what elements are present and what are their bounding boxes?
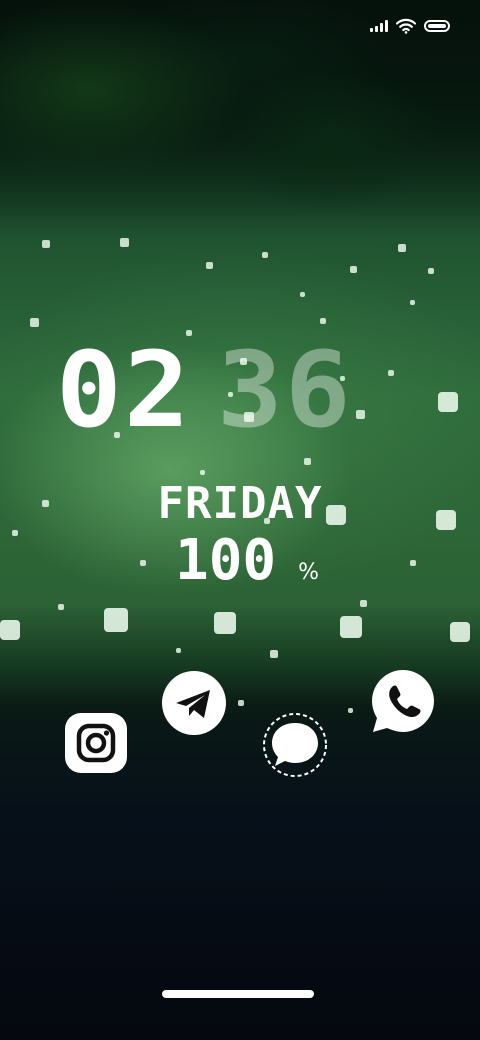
battery-icon (424, 20, 450, 32)
snow-flake (270, 650, 278, 658)
snow-flake (120, 238, 129, 247)
snow-flake (350, 266, 357, 273)
snow-flake (176, 648, 181, 653)
battery-readout: 100 % (175, 528, 319, 593)
snow-flake (104, 608, 128, 632)
clock: 02 36 (56, 329, 351, 451)
battery-unit: % (298, 560, 320, 585)
snow-flake (320, 318, 326, 324)
snow-flake (0, 620, 20, 640)
snow-flake (140, 560, 146, 566)
message-bubble-icon[interactable] (262, 712, 328, 778)
snow-flake (348, 708, 353, 713)
snow-flake (428, 268, 434, 274)
battery-level: 100 (175, 528, 277, 593)
clock-minutes: 36 (217, 329, 353, 451)
telegram-icon[interactable] (161, 670, 227, 736)
snow-flake (356, 410, 365, 419)
snow-flake (42, 240, 50, 248)
clock-hours: 02 (56, 329, 192, 451)
snow-flake (398, 244, 406, 252)
home-indicator[interactable] (162, 990, 314, 998)
instagram-icon[interactable] (64, 712, 128, 774)
snow-flake (304, 458, 311, 465)
snow-flake (300, 292, 305, 297)
signal-bars-icon (370, 20, 388, 32)
snow-flake (410, 300, 415, 305)
snow-flake (388, 370, 394, 376)
snow-flake (200, 470, 205, 475)
snow-flake (450, 622, 470, 642)
snow-flake (340, 616, 362, 638)
snow-flake (410, 560, 416, 566)
snow-flake (238, 700, 244, 706)
snow-flake (30, 318, 39, 327)
wallpaper-foliage (0, 0, 480, 240)
snow-flake (262, 252, 268, 258)
snow-flake (214, 612, 236, 634)
weekday-label: FRIDAY (157, 478, 323, 529)
snow-flake (58, 604, 64, 610)
snow-flake (12, 530, 18, 536)
snow-flake (438, 392, 458, 412)
snow-flake (206, 262, 213, 269)
wifi-icon (396, 18, 416, 34)
status-bar (370, 18, 450, 34)
whatsapp-icon[interactable] (370, 668, 436, 734)
snow-flake (360, 600, 367, 607)
lock-screen: 02 36 FRIDAY 100 % (0, 0, 480, 1040)
